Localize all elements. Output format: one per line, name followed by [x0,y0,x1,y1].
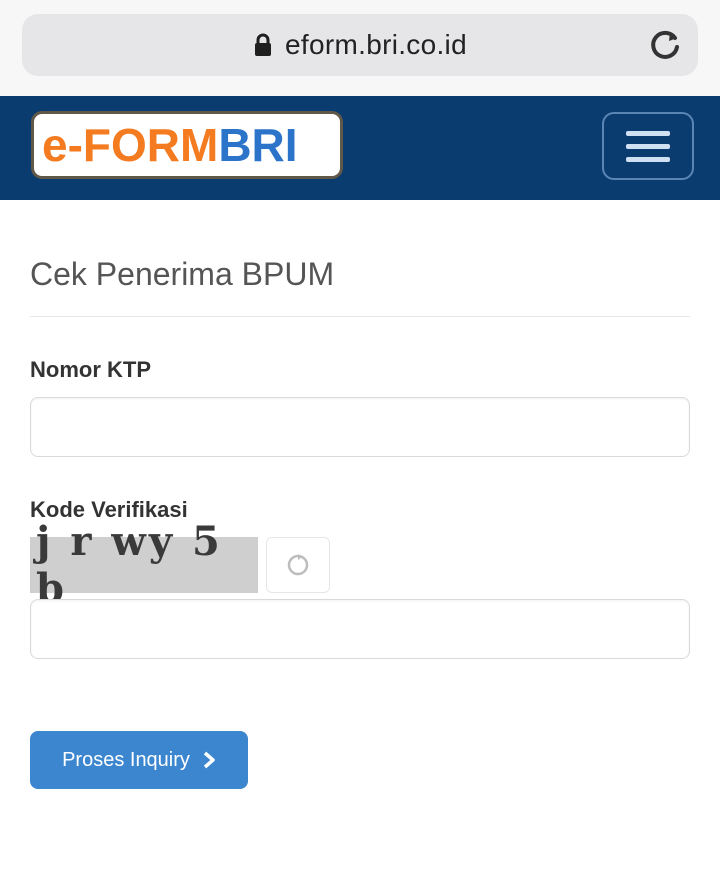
url-text: eform.bri.co.id [285,29,467,60]
hamburger-icon-bar-2 [626,143,670,149]
logo-suffix: BRI [218,119,298,171]
lock-icon [255,33,272,56]
chevron-right-icon [203,751,215,769]
hamburger-icon-bar-3 [626,156,670,162]
browser-chrome: eform.bri.co.id [0,0,720,96]
address-bar[interactable]: eform.bri.co.id [22,14,698,76]
ktp-input[interactable] [30,397,690,457]
captcha-image: j r wy 5 b [30,518,258,612]
captcha-text: j r wy 5 b [36,518,223,612]
reload-icon[interactable] [648,28,682,62]
title-divider [30,316,690,317]
refresh-icon [287,554,309,576]
main-content: Cek Penerima BPUM Nomor KTP Kode Verifik… [0,252,720,789]
app-header: e-FORM BRI [0,96,720,200]
submit-button[interactable]: Proses Inquiry [30,731,248,789]
hamburger-icon [626,130,670,136]
address-center: eform.bri.co.id [22,14,698,76]
captcha-refresh-button[interactable] [266,537,330,593]
page-title: Cek Penerima BPUM [30,256,335,292]
ktp-label: Nomor KTP [30,357,151,382]
eform-bri-logo[interactable]: e-FORM BRI [34,114,340,176]
verification-input[interactable] [30,599,690,659]
submit-button-label: Proses Inquiry [62,748,190,771]
captcha-row: j r wy 5 b [30,518,690,612]
logo-prefix: e-FORM [42,119,219,171]
menu-button[interactable] [602,112,694,180]
